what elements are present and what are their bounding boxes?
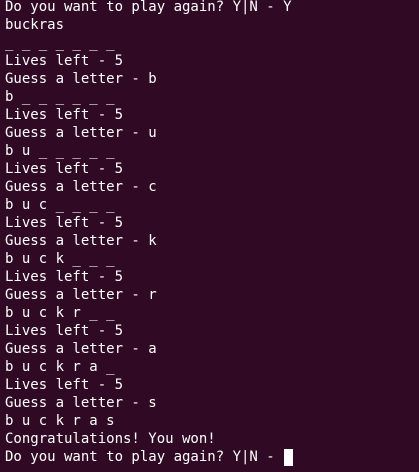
terminal-line: b _ _ _ _ _ _ [5, 89, 115, 105]
terminal-line: b u _ _ _ _ _ [5, 143, 115, 159]
terminal-line: Guess a letter - a [5, 341, 157, 357]
terminal-window[interactable]: Do you want to play again? Y|N - Y buckr… [0, 0, 419, 472]
terminal-line: Guess a letter - c [5, 179, 157, 195]
terminal-prompt: Do you want to play again? Y|N - [5, 449, 284, 465]
terminal-line: b u c k r a s [5, 413, 115, 429]
text-cursor[interactable] [284, 448, 294, 466]
terminal-line: Lives left - 5 [5, 107, 124, 123]
terminal-line: Lives left - 5 [5, 323, 124, 339]
terminal-line: Lives left - 5 [5, 53, 124, 69]
terminal-output: Do you want to play again? Y|N - Y buckr… [5, 0, 294, 466]
terminal-line: _ _ _ _ _ _ _ [5, 35, 115, 51]
terminal-line: buckras [5, 17, 65, 33]
terminal-line: Lives left - 5 [5, 377, 124, 393]
terminal-line: Lives left - 5 [5, 161, 124, 177]
terminal-line: b u c k _ _ _ [5, 251, 115, 267]
terminal-line: Guess a letter - u [5, 125, 157, 141]
terminal-line: Lives left - 5 [5, 269, 124, 285]
terminal-line: Congratulations! You won! [5, 431, 216, 447]
terminal-line: Guess a letter - r [5, 287, 157, 303]
terminal-line: Guess a letter - b [5, 71, 157, 87]
terminal-line: Guess a letter - s [5, 395, 157, 411]
terminal-line: b u c k r _ _ [5, 305, 115, 321]
terminal-line: Guess a letter - k [5, 233, 157, 249]
terminal-prompt-line[interactable]: Do you want to play again? Y|N - [5, 448, 294, 466]
terminal-line: Do you want to play again? Y|N - Y [5, 0, 292, 15]
terminal-line: b u c k r a _ [5, 359, 115, 375]
terminal-line: Lives left - 5 [5, 215, 124, 231]
terminal-line: b u c _ _ _ _ [5, 197, 115, 213]
